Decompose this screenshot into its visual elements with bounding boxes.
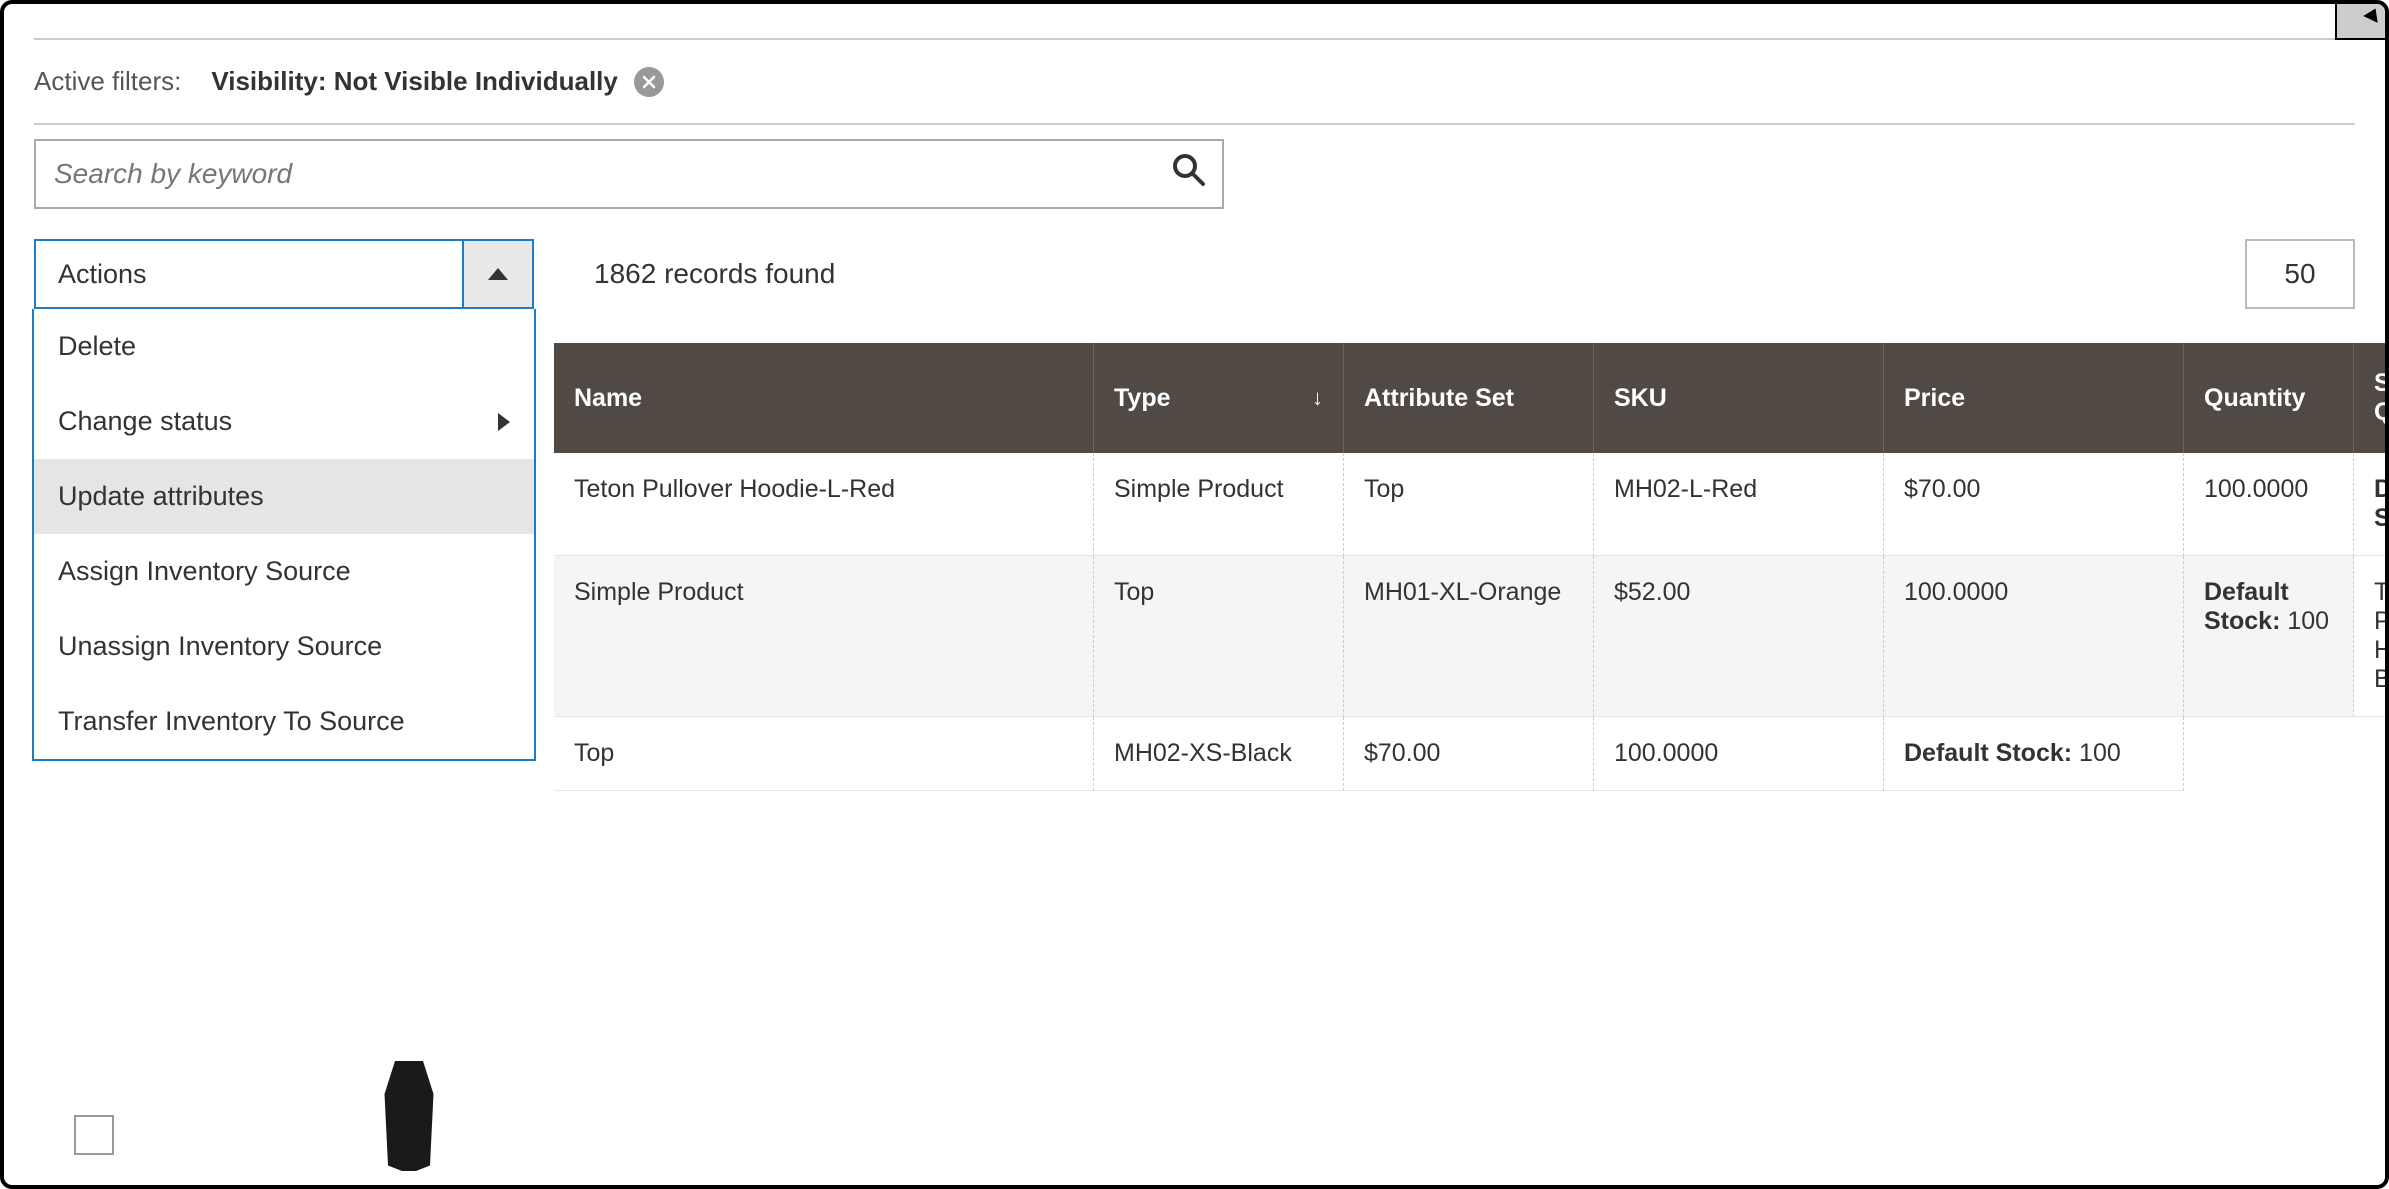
actions-dropdown[interactable]: Actions DeleteChange statusUpdate attrib… — [34, 239, 534, 309]
cell-salable-quantity: Default Stock: 100 — [1884, 717, 2184, 791]
cell-salable-quantity: Default Stock: 100 — [2354, 453, 2389, 556]
cell-quantity: 100.0000 — [1884, 556, 2184, 717]
actions-menu-item[interactable]: Update attributes — [34, 459, 534, 534]
cell-price: $70.00 — [1884, 453, 2184, 556]
cell-quantity: 100.0000 — [2184, 453, 2354, 556]
cell-attribute-set: Top — [554, 717, 1094, 791]
actions-button[interactable]: Actions — [34, 239, 534, 309]
divider — [34, 123, 2355, 125]
cell-type: Simple Product — [1094, 453, 1344, 556]
actions-menu-item[interactable]: Unassign Inventory Source — [34, 609, 534, 684]
cell-quantity: 100.0000 — [1594, 717, 1884, 791]
row-checkbox[interactable] — [74, 1115, 114, 1155]
product-thumbnail — [354, 1061, 464, 1181]
col-type[interactable]: Type ↓ — [1094, 343, 1344, 453]
top-right-tab[interactable] — [2335, 4, 2385, 40]
cell-attribute-set: Top — [1344, 453, 1594, 556]
actions-menu-item[interactable]: Transfer Inventory To Source — [34, 684, 534, 759]
cell-sku: MH01-XL-Orange — [1344, 556, 1594, 717]
chevron-right-icon — [498, 413, 510, 431]
actions-menu: Delete Change status Update attributes Assi… — [32, 309, 536, 761]
sort-descending-icon: ↓ — [1312, 385, 1323, 411]
cell-price: $52.00 — [1594, 556, 1884, 717]
records-found: 1862 records found — [594, 258, 835, 290]
search-input[interactable] — [52, 157, 1158, 191]
menu-item-label: Delete — [58, 331, 136, 362]
actions-toggle[interactable] — [462, 241, 532, 307]
product-grid: Name Type ↓ Attribute Set SKU Price Quan… — [554, 343, 2389, 791]
cell-name: Teton Pullover Hoodie-L-Red — [554, 453, 1094, 556]
active-filters-label: Active filters: — [34, 66, 181, 97]
col-quantity[interactable]: Quantity — [2184, 343, 2354, 453]
col-sku[interactable]: SKU — [1594, 343, 1884, 453]
divider — [34, 38, 2355, 40]
actions-button-label: Actions — [36, 241, 462, 307]
menu-item-label: Change status — [58, 406, 232, 437]
col-name[interactable]: Name — [554, 343, 1094, 453]
cell-attribute-set: Top — [1094, 556, 1344, 717]
cell-salable-quantity: Default Stock: 100 — [2184, 556, 2354, 717]
menu-item-label: Transfer Inventory To Source — [58, 706, 405, 737]
filter-chip-text: Visibility: Not Visible Individually — [211, 66, 617, 97]
menu-item-label: Update attributes — [58, 481, 264, 512]
page-size-select[interactable]: 50 — [2245, 239, 2355, 309]
cell-price: $70.00 — [1344, 717, 1594, 791]
col-price[interactable]: Price — [1884, 343, 2184, 453]
menu-item-label: Assign Inventory Source — [58, 556, 351, 587]
actions-menu-item[interactable]: Assign Inventory Source — [34, 534, 534, 609]
col-salable-quantity[interactable]: Salable Quantity — [2354, 343, 2389, 453]
cell-name: Teton Pullover Hoodie-XS-Black — [2354, 556, 2389, 717]
close-icon[interactable] — [634, 67, 664, 97]
cell-type: Simple Product — [554, 556, 1094, 717]
actions-menu-item[interactable]: Delete — [34, 309, 534, 384]
search-icon[interactable] — [1170, 151, 1206, 197]
col-attribute-set[interactable]: Attribute Set — [1344, 343, 1594, 453]
cell-sku: MH02-L-Red — [1594, 453, 1884, 556]
filter-chip-visibility: Visibility: Not Visible Individually — [211, 66, 663, 97]
actions-menu-item[interactable]: Change status — [34, 384, 534, 459]
search-box[interactable] — [34, 139, 1224, 209]
caret-up-icon — [488, 268, 508, 280]
menu-item-label: Unassign Inventory Source — [58, 631, 382, 662]
active-filters-row: Active filters: Visibility: Not Visible … — [34, 54, 2355, 109]
cell-sku: MH02-XS-Black — [1094, 717, 1344, 791]
